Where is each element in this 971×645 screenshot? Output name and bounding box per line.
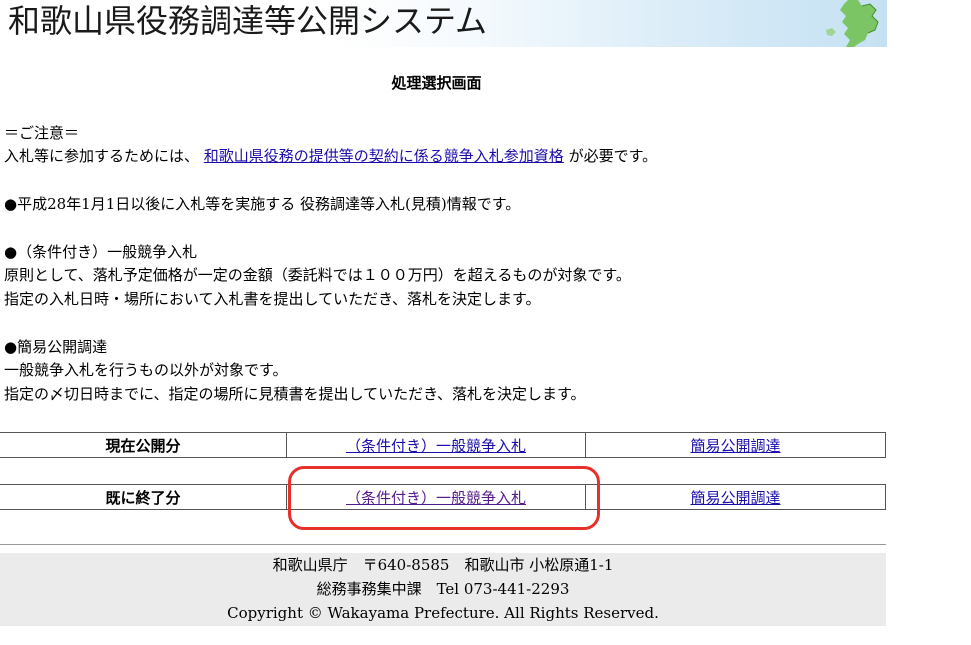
- general-bid-heading: ●（条件付き）一般競争入札: [4, 243, 198, 261]
- finished-simple-cell: 簡易公開調達: [585, 484, 886, 510]
- footer: 和歌山県庁 〒640-8585 和歌山市 小松原通1-1 総務事務集中課 Tel…: [0, 553, 886, 626]
- current-menu-row: 現在公開分 （条件付き）一般競争入札 簡易公開調達: [0, 432, 886, 458]
- simple-procurement-heading: ●簡易公開調達: [4, 338, 108, 356]
- site-banner: 和歌山県役務調達等公開システム: [0, 0, 887, 47]
- current-general-cell: （条件付き）一般競争入札: [286, 432, 586, 458]
- current-label: 現在公開分: [0, 432, 287, 458]
- footer-address: 和歌山県庁 〒640-8585 和歌山市 小松原通1-1: [272, 556, 614, 574]
- caution-heading: ＝ご注意＝: [4, 124, 80, 142]
- qualification-link[interactable]: 和歌山県役務の提供等の契約に係る競争入札参加資格: [204, 147, 564, 165]
- current-general-bid-link[interactable]: （条件付き）一般競争入札: [346, 437, 526, 455]
- simple-procurement-desc-1: 一般競争入札を行うもの以外が対象です。: [4, 361, 288, 379]
- current-simple-procurement-link[interactable]: 簡易公開調達: [690, 437, 780, 455]
- finished-simple-procurement-link[interactable]: 簡易公開調達: [690, 489, 780, 507]
- requirement-suffix: が必要です。: [568, 147, 658, 165]
- general-bid-desc-2: 指定の入札日時・場所において入札書を提出していただき、落札を決定します。: [4, 290, 541, 308]
- current-simple-cell: 簡易公開調達: [585, 432, 886, 458]
- footer-contact: 総務事務集中課 Tel 073-441-2293: [316, 580, 570, 598]
- simple-procurement-desc-2: 指定の〆切日時までに、指定の場所に見積書を提出していただき、落札を決定します。: [4, 385, 586, 403]
- current-menu-table: 現在公開分 （条件付き）一般競争入札 簡易公開調達: [0, 432, 886, 458]
- scope-notice: ●平成28年1月1日以後に入札等を実施する 役務調達等入札(見積)情報です。: [4, 195, 521, 213]
- footer-copyright: Copyright © Wakayama Prefecture. All Rig…: [227, 604, 659, 622]
- requirement-prefix: 入札等に参加するためには、: [4, 147, 200, 165]
- footer-divider: [0, 544, 886, 545]
- wakayama-map-icon: [826, 0, 879, 47]
- general-bid-desc-1: 原則として、落札予定価格が一定の金額（委託料では１００万円）を超えるものが対象で…: [4, 266, 631, 284]
- site-title: 和歌山県役務調達等公開システム: [8, 2, 488, 40]
- page-title: 処理選択画面: [391, 74, 482, 92]
- highlight-annotation: [288, 466, 600, 530]
- finished-label: 既に終了分: [0, 484, 287, 510]
- requirement-line: 入札等に参加するためには、 和歌山県役務の提供等の契約に係る競争入札参加資格 が…: [4, 144, 657, 168]
